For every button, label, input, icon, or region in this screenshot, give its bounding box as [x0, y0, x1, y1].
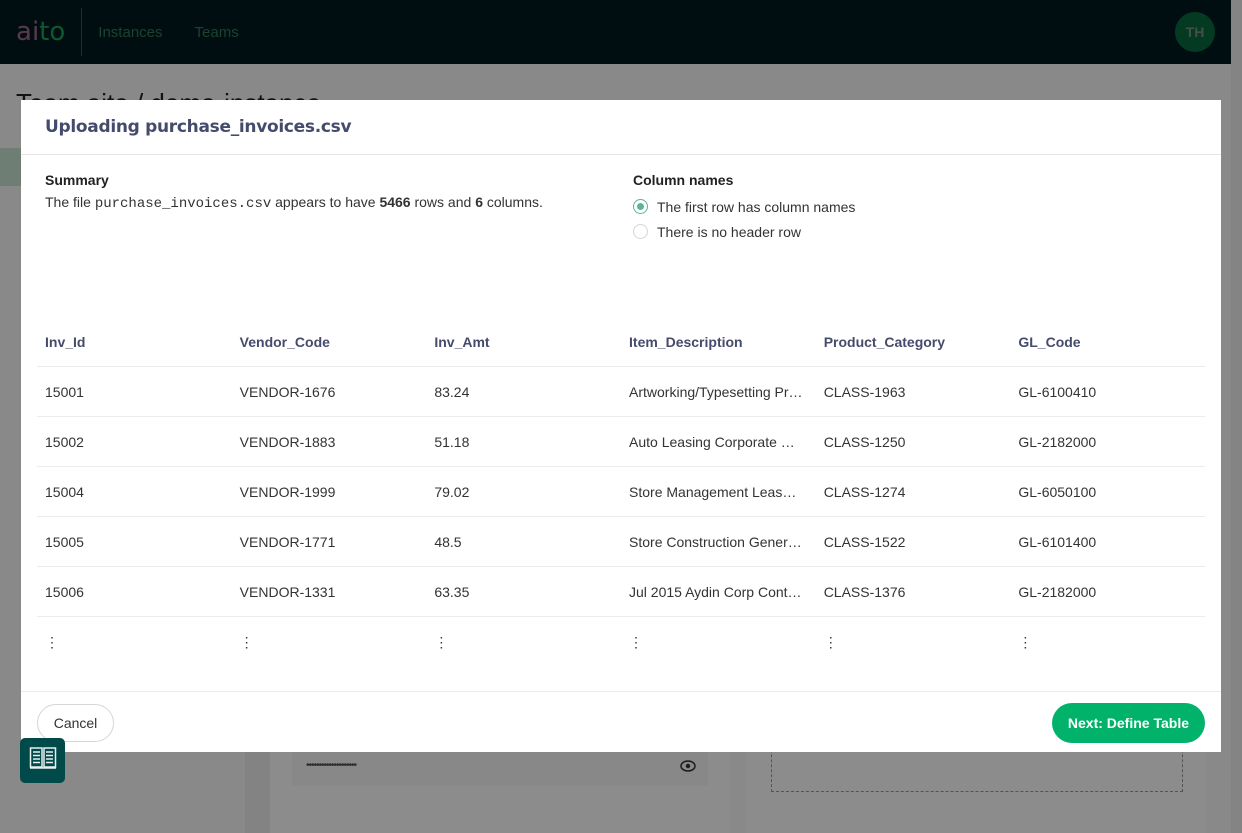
radio-label: The first row has column names [657, 198, 856, 215]
summary-row-count: 5466 [379, 194, 411, 210]
radio-unchecked-icon[interactable] [633, 224, 648, 239]
summary-section: Summary The file purchase_invoices.csv a… [45, 172, 543, 212]
table-header-row: Inv_Id Vendor_Code Inv_Amt Item_Descript… [37, 317, 1205, 367]
table-cell: 15002 [45, 433, 84, 450]
table-row: ⋮ ⋮ ⋮ ⋮ ⋮ ⋮ [37, 617, 1205, 667]
table-cell: 15006 [45, 583, 84, 600]
table-cell: GL-2182000 [1018, 433, 1097, 450]
table-cell: VENDOR-1771 [239, 533, 336, 550]
table-cell: Store Construction General Requirements [629, 533, 816, 550]
column-names-section: Column names The first row has column na… [633, 172, 855, 244]
table-cell: VENDOR-1883 [239, 433, 336, 450]
upload-modal: Uploading purchase_invoices.csv Summary … [21, 100, 1221, 752]
table-cell: Artworking/Typesetting Production Jun 20… [629, 383, 816, 400]
next-define-table-button[interactable]: Next: Define Table [1051, 703, 1205, 743]
table-cell: ⋮ [434, 633, 449, 650]
table-cell: CLASS-1250 [823, 433, 906, 450]
table-cell: 15001 [45, 383, 84, 400]
table-cell: Store Management Lease/Rent Deltona Corp [629, 483, 816, 500]
table-cell: 63.35 [434, 583, 470, 600]
table-cell: Auto Leasing Corporate Services Corning … [629, 433, 816, 450]
radio-checked-icon[interactable] [633, 199, 648, 214]
column-header: GL_Code [1018, 333, 1081, 350]
table-row: 15006 VENDOR-1331 63.35 Jul 2015 Aydin Corp… [37, 567, 1205, 617]
preview-table: Inv_Id Vendor_Code Inv_Amt Item_Descript… [37, 317, 1205, 667]
table-cell: ⋮ [629, 633, 644, 650]
table-cell: GL-6101400 [1018, 533, 1097, 550]
table-cell: ⋮ [45, 633, 59, 650]
column-names-label: Column names [633, 172, 734, 188]
table-cell: CLASS-1963 [823, 383, 906, 400]
table-cell: ⋮ [823, 633, 838, 650]
column-header: Inv_Amt [434, 333, 490, 350]
table-cell: 51.18 [434, 433, 470, 450]
docs-button[interactable] [20, 738, 65, 783]
table-cell: CLASS-1376 [823, 583, 906, 600]
table-cell: 48.5 [434, 533, 462, 550]
modal-footer: Cancel Next: Define Table [21, 691, 1221, 752]
table-cell: 15004 [45, 483, 84, 500]
table-body: 15001 VENDOR-1676 83.24 Artworking/Typesett… [37, 367, 1205, 667]
summary-mid: rows and [410, 194, 476, 210]
table-cell: CLASS-1274 [823, 483, 906, 500]
book-icon [29, 746, 57, 775]
table-row: 15001 VENDOR-1676 83.24 Artworking/Typesett… [37, 367, 1205, 417]
table-cell: ⋮ [1018, 633, 1033, 650]
column-header: Product_Category [823, 333, 946, 350]
column-header: Item_Description [629, 333, 743, 350]
summary-text: The file purchase_invoices.csv appears t… [45, 194, 543, 212]
cancel-button[interactable]: Cancel [37, 704, 114, 742]
table-cell: CLASS-1522 [823, 533, 906, 550]
table-cell: GL-2182000 [1018, 583, 1097, 600]
table-cell: Jul 2015 Aydin Corp Contingent Labor [629, 583, 816, 600]
table-cell: 83.24 [434, 383, 470, 400]
summary-filename: purchase_invoices.csv [94, 196, 272, 212]
column-header: Inv_Id [45, 333, 86, 350]
table-cell: GL-6100410 [1018, 383, 1097, 400]
table-row: 15002 VENDOR-1883 51.18 Auto Leasing Corpor… [37, 417, 1205, 467]
column-header: Vendor_Code [239, 333, 330, 350]
summary-prefix: The file [45, 194, 95, 210]
modal-title: Uploading purchase_invoices.csv [45, 117, 352, 137]
radio-no-header[interactable]: There is no header row [633, 219, 855, 244]
radio-first-row-header[interactable]: The first row has column names [633, 194, 855, 219]
table-cell: VENDOR-1999 [239, 483, 336, 500]
table-cell: VENDOR-1676 [239, 383, 336, 400]
summary-label: Summary [45, 172, 109, 188]
summary-column-count: 6 [475, 194, 483, 210]
table-cell: ⋮ [239, 633, 254, 650]
table-cell: 79.02 [434, 483, 470, 500]
modal-header: Uploading purchase_invoices.csv [21, 100, 1221, 155]
table-row: 15004 VENDOR-1999 79.02 Store Management Le… [37, 467, 1205, 517]
summary-mid: appears to have [271, 194, 380, 210]
table-cell: VENDOR-1331 [239, 583, 336, 600]
table-cell: GL-6050100 [1018, 483, 1097, 500]
summary-suffix: columns. [482, 194, 543, 210]
table-cell: 15005 [45, 533, 84, 550]
table-row: 15005 VENDOR-1771 48.5 Store Construction G… [37, 517, 1205, 567]
radio-label: There is no header row [657, 223, 801, 240]
